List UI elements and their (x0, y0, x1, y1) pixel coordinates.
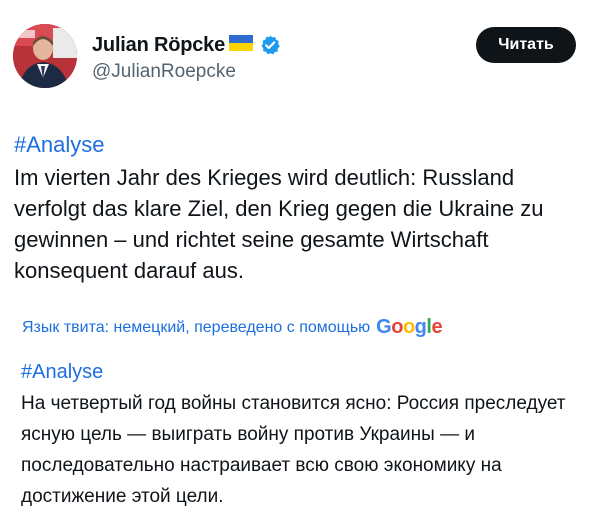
tweet-text: Im vierten Jahr des Krieges wird deutlic… (14, 165, 544, 283)
avatar-image (13, 24, 77, 88)
author-name-row: Julian Röpcke (92, 32, 281, 58)
verified-badge-icon (261, 35, 280, 55)
tweet-header: Julian Röpcke @JulianRoepcke Читать (0, 0, 600, 100)
author-name[interactable]: Julian Röpcke (92, 34, 225, 57)
translation-note-text: Язык твита: немецкий, переведено с помощ… (22, 319, 371, 336)
author-handle[interactable]: @JulianRoepcke (92, 61, 236, 83)
translated-tweet: #Analyse На четвертый год войны становит… (21, 358, 591, 512)
hashtag-link[interactable]: #Analyse (14, 131, 589, 159)
ukraine-flag-icon (229, 35, 253, 51)
translation-note[interactable]: Язык твита: немецкий, переведено с помощ… (22, 315, 443, 338)
follow-button[interactable]: Читать (476, 27, 576, 63)
translated-text: На четвертый год войны становится ясно: … (21, 393, 566, 507)
translated-hashtag-link[interactable]: #Analyse (21, 358, 591, 386)
google-logo: Google (376, 316, 443, 338)
avatar[interactable] (13, 24, 77, 88)
tweet-body: #Analyse Im vierten Jahr des Krieges wir… (14, 131, 589, 286)
